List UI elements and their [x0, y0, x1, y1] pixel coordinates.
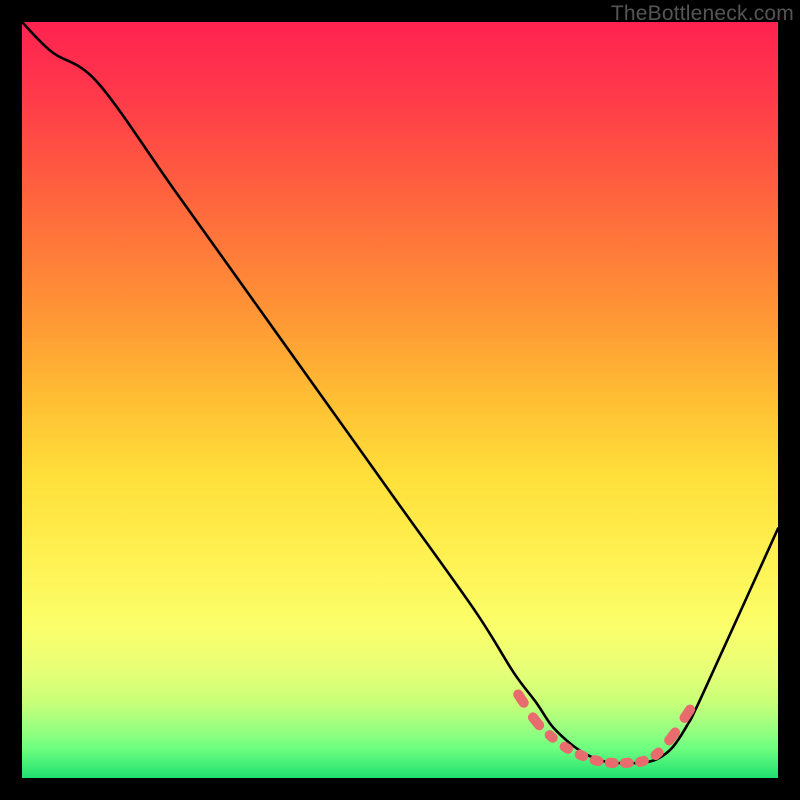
bottleneck-curve-line — [22, 22, 778, 763]
marker-pill — [573, 748, 590, 763]
chart-svg — [22, 22, 778, 778]
plot-area — [22, 22, 778, 778]
marker-pill — [558, 740, 575, 756]
marker-pill — [634, 755, 650, 769]
marker-pill — [620, 758, 634, 769]
marker-pill — [604, 757, 619, 768]
chart-container: TheBottleneck.com — [0, 0, 800, 800]
highlighted-markers — [511, 688, 697, 769]
marker-pill — [648, 745, 665, 762]
